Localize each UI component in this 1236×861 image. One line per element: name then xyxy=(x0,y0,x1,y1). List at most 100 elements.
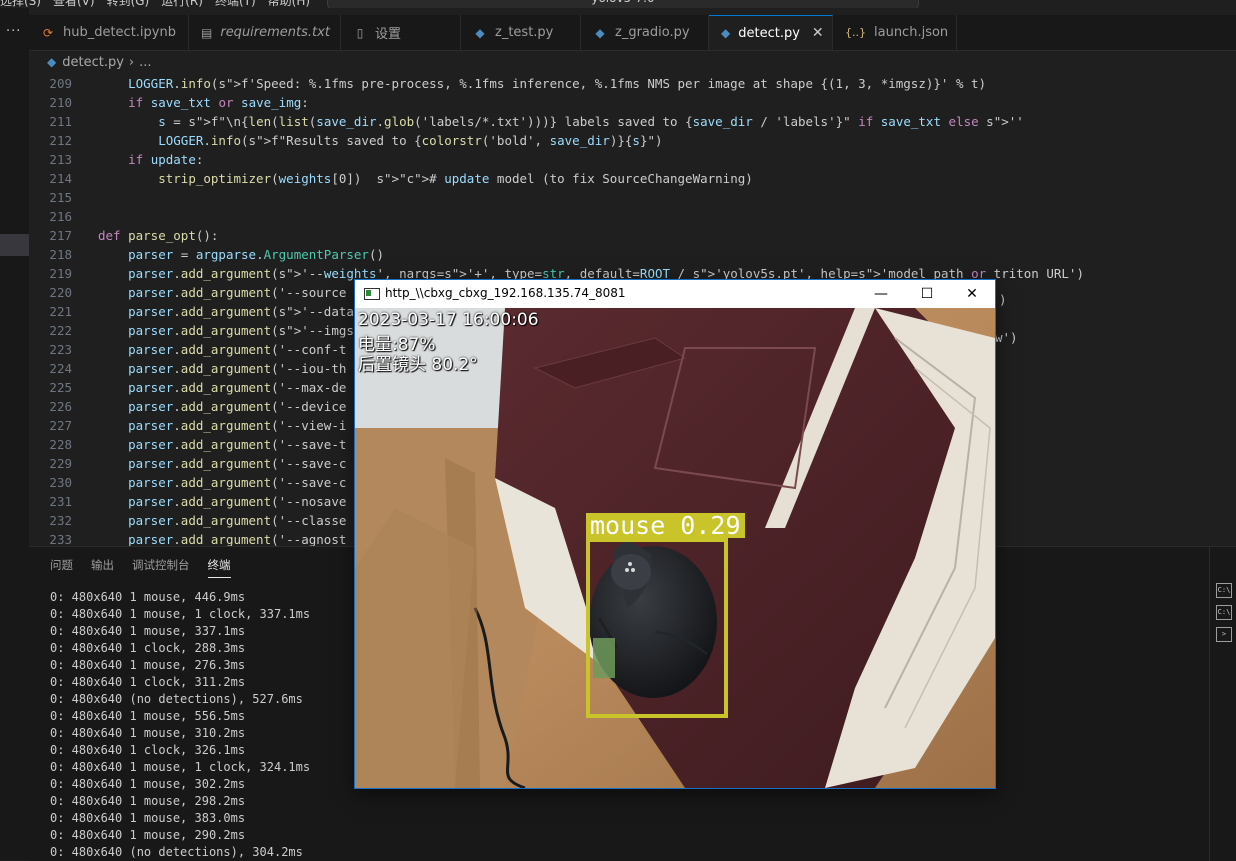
code-text: if save_txt or save_img: xyxy=(128,95,309,110)
panel-tab[interactable]: 调试控制台 xyxy=(132,557,190,578)
code-text: parser = argparse.ArgumentParser() xyxy=(128,247,385,262)
code-line: 218 parser = argparse.ArgumentParser() xyxy=(29,245,1236,264)
line-number: 214 xyxy=(49,171,72,186)
more-icon[interactable]: ··· xyxy=(6,24,21,39)
terminal-line: 0: 480x640 1 mouse, 556.5ms xyxy=(50,709,246,723)
python-icon: ◆ xyxy=(721,26,731,40)
maximize-button[interactable]: ☐ xyxy=(904,280,950,308)
tab-3[interactable]: ◆ z_test.py xyxy=(461,15,581,50)
terminal-line: 0: 480x640 1 mouse, 1 clock, 324.1ms xyxy=(50,760,311,774)
activity-bar: ··· xyxy=(0,8,29,860)
code-overflow-220: ) xyxy=(999,292,1007,307)
code-text: strip_optimizer(weights[0]) s">"c"># upd… xyxy=(158,171,753,186)
terminal-line: 0: 480x640 1 clock, 326.1ms xyxy=(50,743,246,757)
code-text: s = s">f"\n{len(list(save_dir.glob('labe… xyxy=(158,114,1024,129)
terminal-line: 0: 480x640 (no detections), 304.2ms xyxy=(50,845,303,859)
panel-tab[interactable]: 终端 xyxy=(207,557,231,578)
terminal-icon[interactable]: > xyxy=(1216,627,1232,642)
tab-label: z_gradio.py xyxy=(615,25,690,40)
close-button[interactable]: ✕ xyxy=(949,280,995,308)
json-icon: {..} xyxy=(845,26,866,39)
minimize-button[interactable]: — xyxy=(858,280,904,308)
tab-1[interactable]: ▤ requirements.txt xyxy=(189,15,341,50)
line-number: 231 xyxy=(49,494,72,509)
code-text: parser.add_argument('--conf-t xyxy=(128,342,347,357)
line-number: 227 xyxy=(49,418,72,433)
line-number: 229 xyxy=(49,456,72,471)
window-title: http_\\cbxg_cbxg_192.168.135.74_8081 xyxy=(385,286,626,300)
detection-box xyxy=(586,538,728,718)
line-number: 211 xyxy=(49,114,72,129)
close-icon[interactable]: ✕ xyxy=(812,25,824,41)
tab-4[interactable]: ◆ z_gradio.py xyxy=(581,15,709,50)
tab-2[interactable]: ▯ 设置 xyxy=(341,15,461,50)
breadcrumb-file[interactable]: detect.py xyxy=(62,55,124,70)
video-window: http_\\cbxg_cbxg_192.168.135.74_8081 — ☐… xyxy=(354,279,996,789)
code-text: parser.add_argument(s">'--data', xyxy=(128,304,369,319)
tab-6[interactable]: {..} launch.json xyxy=(833,15,957,50)
menu-item[interactable]: 终端(T) xyxy=(215,0,256,8)
line-number: 210 xyxy=(49,95,72,110)
menu-item[interactable]: 帮助(H) xyxy=(268,0,310,8)
terminal-line: 0: 480x640 (no detections), 527.6ms xyxy=(50,692,303,706)
tab-5[interactable]: ◆ detect.py ✕ xyxy=(709,15,833,50)
camera-frame: 2023-03-17 16:00:06 电量:87% 后置镜头 80.2° mo… xyxy=(355,308,995,788)
window-app-icon xyxy=(364,288,380,300)
osd-camera: 后置镜头 80.2° xyxy=(358,355,478,375)
line-number: 223 xyxy=(49,342,72,357)
settings-file-icon: ▯ xyxy=(356,25,364,40)
line-number: 220 xyxy=(49,285,72,300)
terminal-line: 0: 480x640 1 clock, 311.2ms xyxy=(50,675,246,689)
code-line: 212 LOGGER.info(s">f"Results saved to {c… xyxy=(29,131,1236,150)
title-bar: 选择(S) 查看(V) 转到(G) 运行(R) 终端(T) 帮助(H) yolov5-7.… xyxy=(0,0,1236,8)
tab-label: launch.json xyxy=(874,25,949,40)
code-line: 211 s = s">f"\n{len(list(save_dir.glob('… xyxy=(29,112,1236,131)
editor-tabs: ⟳ hub_detect.ipynb ▤ requirements.txt ▯ 设置 ◆ z_… xyxy=(29,15,1236,51)
window-title-bar[interactable]: http_\\cbxg_cbxg_192.168.135.74_8081 — ☐… xyxy=(355,280,995,308)
menu-item[interactable]: 运行(R) xyxy=(161,0,203,8)
menu-item[interactable]: 查看(V) xyxy=(53,0,95,8)
code-text: LOGGER.info(s">f"Results saved to {color… xyxy=(158,133,663,148)
breadcrumb: ◆ detect.py › ... xyxy=(29,51,1236,73)
code-text: LOGGER.info(s">f'Speed: %.1fms pre-proce… xyxy=(128,76,987,91)
line-number: 216 xyxy=(49,209,72,224)
tab-label: detect.py xyxy=(738,25,800,41)
tab-0[interactable]: ⟳ hub_detect.ipynb xyxy=(29,15,189,50)
code-line: 215 xyxy=(29,188,1236,207)
code-line: 213 if update: xyxy=(29,150,1236,169)
terminal-line: 0: 480x640 1 mouse, 276.3ms xyxy=(50,658,246,672)
line-number: 230 xyxy=(49,475,72,490)
osd-timestamp: 2023-03-17 16:00:06 xyxy=(358,310,539,330)
panel-tab[interactable]: 输出 xyxy=(91,557,114,578)
code-line: 217 def parse_opt(): xyxy=(29,226,1236,245)
tab-label: requirements.txt xyxy=(220,25,330,40)
terminal-line: 0: 480x640 1 mouse, 290.2ms xyxy=(50,828,246,842)
menu-item[interactable]: 选择(S) xyxy=(0,0,41,8)
terminal-list: C:\ C:\ > xyxy=(1209,547,1236,861)
breadcrumb-symbol[interactable]: ... xyxy=(139,55,151,70)
notebook-icon: ⟳ xyxy=(42,25,54,40)
cmd-icon[interactable]: C:\ xyxy=(1216,583,1232,598)
code-text: parser.add_argument('--max-de xyxy=(128,380,347,395)
line-number: 222 xyxy=(49,323,72,338)
code-text: parser.add_argument('--view-i xyxy=(128,418,347,433)
code-text: parser.add_argument('--source xyxy=(128,285,347,300)
code-text: parser.add_argument('--agnost xyxy=(128,532,347,546)
menu-bar[interactable]: 选择(S) 查看(V) 转到(G) 运行(R) 终端(T) 帮助(H) xyxy=(0,0,322,8)
terminal-line: 0: 480x640 1 mouse, 302.2ms xyxy=(50,777,246,791)
explorer-selection xyxy=(0,234,29,256)
line-number: 224 xyxy=(49,361,72,376)
detection-label: mouse 0.29 xyxy=(586,513,745,538)
python-icon: ◆ xyxy=(475,25,485,40)
terminal-line: 0: 480x640 1 mouse, 298.2ms xyxy=(50,794,246,808)
code-line: 214 strip_optimizer(weights[0]) s">"c">#… xyxy=(29,169,1236,188)
chevron-right-icon: › xyxy=(128,54,135,70)
menu-item[interactable]: 转到(G) xyxy=(107,0,150,8)
line-number: 233 xyxy=(49,532,72,546)
command-center[interactable]: yolov5-7.0 xyxy=(327,0,919,8)
panel-tab[interactable]: 问题 xyxy=(50,557,73,578)
cmd-icon[interactable]: C:\ xyxy=(1216,605,1232,620)
terminal-output[interactable]: 0: 480x640 1 mouse, 446.9ms 0: 480x640 1 … xyxy=(50,589,310,861)
terminal-line: 0: 480x640 1 mouse, 310.2ms xyxy=(50,726,246,740)
code-text: parser.add_argument('--save-t xyxy=(128,437,347,452)
